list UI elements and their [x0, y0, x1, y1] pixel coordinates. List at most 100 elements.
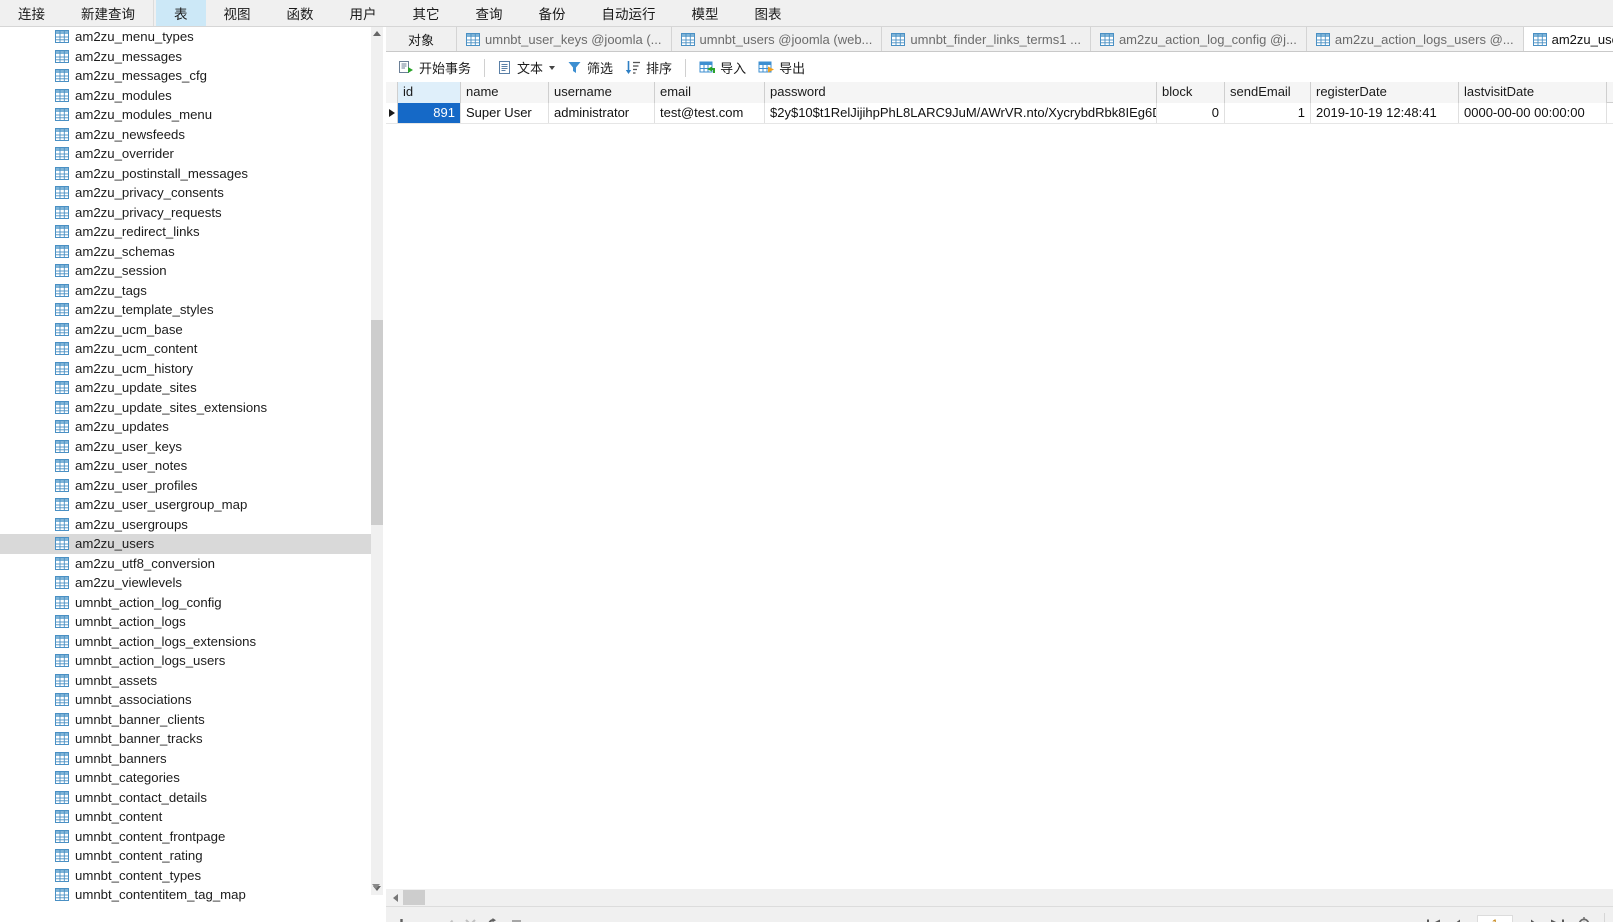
tree-item-am2zu_update_sites[interactable]: am2zu_update_sites [0, 378, 371, 398]
sidebar-collapse-caret-icon[interactable] [372, 884, 380, 889]
menu-item-10[interactable]: 模型 [674, 0, 737, 26]
cell-id[interactable]: 891 [398, 103, 461, 123]
grid-horizontal-scrollbar[interactable] [386, 889, 1613, 906]
tree-item-am2zu_privacy_consents[interactable]: am2zu_privacy_consents [0, 183, 371, 203]
menu-item-2[interactable]: 表 [156, 0, 206, 26]
tree-item-umnbt_content[interactable]: umnbt_content [0, 807, 371, 827]
cell-lastvisitDate[interactable]: 0000-00-00 00:00:00 [1459, 103, 1607, 123]
cell-sendEmail[interactable]: 1 [1225, 103, 1311, 123]
chevron-down-icon[interactable] [549, 65, 556, 70]
tree-item-am2zu_session[interactable]: am2zu_session [0, 261, 371, 281]
tree-item-umnbt_contentitem_tag_map[interactable]: umnbt_contentitem_tag_map [0, 885, 371, 905]
sort-button[interactable]: 排序 [619, 56, 678, 79]
import-button[interactable]: 导入 [693, 56, 752, 79]
cell-name[interactable]: Super User [461, 103, 549, 123]
tree-item-am2zu_ucm_base[interactable]: am2zu_ucm_base [0, 320, 371, 340]
tree-item-am2zu_modules_menu[interactable]: am2zu_modules_menu [0, 105, 371, 125]
menu-item-9[interactable]: 自动运行 [584, 0, 674, 26]
next-page-icon[interactable] [1516, 914, 1543, 922]
export-button[interactable]: 导出 [752, 56, 811, 79]
last-page-icon[interactable] [1543, 914, 1570, 922]
tree-item-am2zu_template_styles[interactable]: am2zu_template_styles [0, 300, 371, 320]
tree-item-am2zu_update_sites_extensions[interactable]: am2zu_update_sites_extensions [0, 398, 371, 418]
tree-item-am2zu_ucm_content[interactable]: am2zu_ucm_content [0, 339, 371, 359]
menu-item-0[interactable]: 连接 [0, 0, 63, 26]
tree-item-umnbt_banners[interactable]: umnbt_banners [0, 749, 371, 769]
tree-item-umnbt_banner_tracks[interactable]: umnbt_banner_tracks [0, 729, 371, 749]
tab-objects[interactable]: 对象 [386, 27, 458, 51]
grid-hscrollbar-thumb[interactable] [403, 890, 425, 905]
tree-item-am2zu_postinstall_messages[interactable]: am2zu_postinstall_messages [0, 164, 371, 184]
first-page-icon[interactable] [1420, 914, 1447, 922]
column-header-registerDate[interactable]: registerDate [1311, 82, 1459, 103]
tree-item-am2zu_schemas[interactable]: am2zu_schemas [0, 242, 371, 262]
page-number-field[interactable]: 1 [1477, 914, 1513, 922]
menu-item-1[interactable]: 新建查询 [63, 0, 154, 26]
tree-item-umnbt_action_logs_extensions[interactable]: umnbt_action_logs_extensions [0, 632, 371, 652]
tree-item-umnbt_assets[interactable]: umnbt_assets [0, 671, 371, 691]
editor-tab-4[interactable]: am2zu_action_logs_users @... [1307, 27, 1524, 51]
column-header-name[interactable]: name [461, 82, 549, 103]
scroll-left-arrow-icon[interactable] [388, 889, 402, 906]
scroll-up-arrow-icon[interactable] [371, 27, 383, 40]
cell-password[interactable]: $2y$10$t1RelJijihpPhL8LARC9JuM/AWrVR.nto… [765, 103, 1157, 123]
column-header-password[interactable]: password [765, 82, 1157, 103]
cell-registerDate[interactable]: 2019-10-19 12:48:41 [1311, 103, 1459, 123]
tree-item-am2zu_usergroups[interactable]: am2zu_usergroups [0, 515, 371, 535]
tree-item-am2zu_user_profiles[interactable]: am2zu_user_profiles [0, 476, 371, 496]
tree-item-am2zu_viewlevels[interactable]: am2zu_viewlevels [0, 573, 371, 593]
tree-item-am2zu_modules[interactable]: am2zu_modules [0, 86, 371, 106]
begin-transaction-button[interactable]: 开始事务 [392, 56, 477, 79]
tree-item-am2zu_updates[interactable]: am2zu_updates [0, 417, 371, 437]
tree-item-am2zu_redirect_links[interactable]: am2zu_redirect_links [0, 222, 371, 242]
editor-tab-3[interactable]: am2zu_action_log_config @j... [1091, 27, 1307, 51]
tree-item-umnbt_action_logs[interactable]: umnbt_action_logs [0, 612, 371, 632]
stop-record-icon[interactable] [505, 914, 528, 922]
filter-button[interactable]: 筛选 [561, 56, 619, 79]
add-record-icon[interactable] [390, 914, 413, 922]
sidebar-scrollbar-thumb[interactable] [371, 320, 383, 525]
column-header-sendEmail[interactable]: sendEmail [1225, 82, 1311, 103]
tree-item-umnbt_banner_clients[interactable]: umnbt_banner_clients [0, 710, 371, 730]
cell-email[interactable]: test@test.com [655, 103, 765, 123]
settings-gear-icon[interactable] [1570, 914, 1597, 922]
menu-item-6[interactable]: 其它 [395, 0, 458, 26]
cell-username[interactable]: administrator [549, 103, 655, 123]
remove-record-icon[interactable] [413, 914, 436, 922]
tree-item-am2zu_user_notes[interactable]: am2zu_user_notes [0, 456, 371, 476]
editor-tab-0[interactable]: umnbt_user_keys @joomla (... [457, 27, 672, 51]
column-header-block[interactable]: block [1157, 82, 1225, 103]
tree-item-am2zu_tags[interactable]: am2zu_tags [0, 281, 371, 301]
tree-item-am2zu_ucm_history[interactable]: am2zu_ucm_history [0, 359, 371, 379]
tree-item-am2zu_privacy_requests[interactable]: am2zu_privacy_requests [0, 203, 371, 223]
tree-item-umnbt_content_rating[interactable]: umnbt_content_rating [0, 846, 371, 866]
tree-item-umnbt_content_frontpage[interactable]: umnbt_content_frontpage [0, 827, 371, 847]
tree-item-am2zu_newsfeeds[interactable]: am2zu_newsfeeds [0, 125, 371, 145]
tree-item-umnbt_action_log_config[interactable]: umnbt_action_log_config [0, 593, 371, 613]
menu-item-7[interactable]: 查询 [458, 0, 521, 26]
menu-item-11[interactable]: 图表 [737, 0, 800, 26]
menu-item-5[interactable]: 用户 [332, 0, 395, 26]
column-header-id[interactable]: id [398, 82, 461, 103]
editor-tab-5[interactable]: am2zu_users @joomla [1523, 27, 1613, 51]
tree-item-am2zu_overrider[interactable]: am2zu_overrider [0, 144, 371, 164]
sidebar-vertical-scrollbar[interactable] [371, 27, 383, 895]
column-header-email[interactable]: email [655, 82, 765, 103]
tree-item-umnbt_content_types[interactable]: umnbt_content_types [0, 866, 371, 886]
table-row[interactable]: 891 Super User administrator test@test.com $… [386, 103, 1613, 124]
text-view-button[interactable]: 文本 [492, 56, 561, 79]
cell-block[interactable]: 0 [1157, 103, 1225, 123]
tree-item-am2zu_messages[interactable]: am2zu_messages [0, 47, 371, 67]
menu-item-8[interactable]: 备份 [521, 0, 584, 26]
tree-item-umnbt_action_logs_users[interactable]: umnbt_action_logs_users [0, 651, 371, 671]
menu-item-4[interactable]: 函数 [269, 0, 332, 26]
tree-item-am2zu_messages_cfg[interactable]: am2zu_messages_cfg [0, 66, 371, 86]
menu-item-3[interactable]: 视图 [206, 0, 269, 26]
tree-item-am2zu_utf8_conversion[interactable]: am2zu_utf8_conversion [0, 554, 371, 574]
tree-item-am2zu_user_usergroup_map[interactable]: am2zu_user_usergroup_map [0, 495, 371, 515]
column-header-username[interactable]: username [549, 82, 655, 103]
column-header-lastvisitDate[interactable]: lastvisitDate [1459, 82, 1607, 103]
tree-item-am2zu_user_keys[interactable]: am2zu_user_keys [0, 437, 371, 457]
tree-item-am2zu_menu_types[interactable]: am2zu_menu_types [0, 27, 371, 47]
tree-item-umnbt_contact_details[interactable]: umnbt_contact_details [0, 788, 371, 808]
